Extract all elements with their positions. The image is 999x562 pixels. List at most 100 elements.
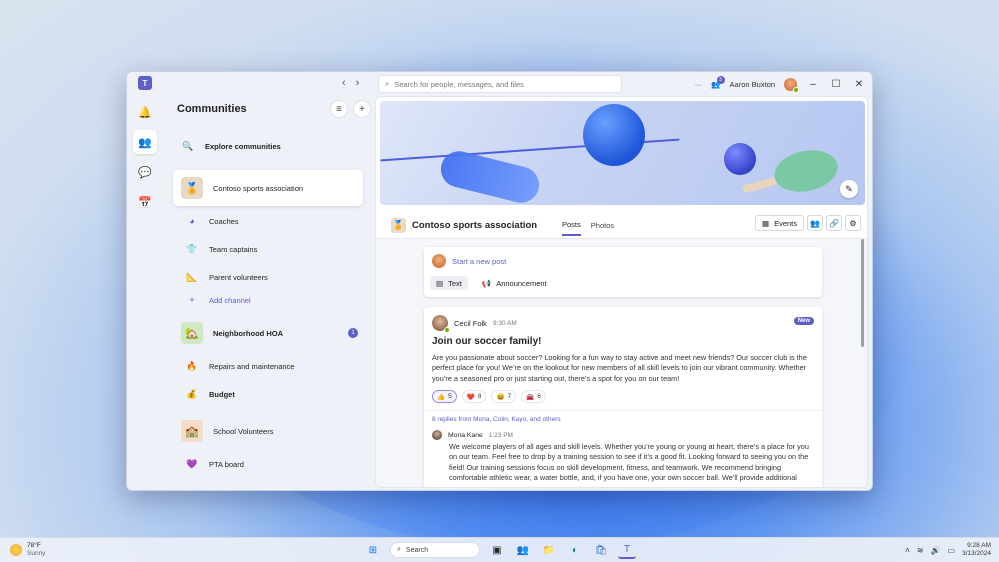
title-bar: ‹ › ⌕ Search for people, messages, and f… [127, 72, 872, 96]
medal-icon: 🏅 [181, 177, 203, 199]
add-community-icon[interactable]: + [353, 100, 371, 118]
people-icon[interactable]: 👥 3 [711, 75, 725, 89]
reaction-like[interactable]: 👍 5 [432, 390, 457, 403]
teams-logo-icon: T [138, 76, 152, 90]
channel-label: Coaches [209, 216, 239, 226]
reaction-heart[interactable]: ❤️ 8 [461, 390, 487, 403]
add-channel-button[interactable]: + Add channel [173, 293, 363, 307]
post-time: 9:30 AM [492, 319, 517, 327]
tab-photos[interactable]: Photos [591, 214, 614, 236]
edit-banner-pencil-icon[interactable]: ✎ [840, 180, 858, 198]
replies-link[interactable]: 8 replies from Mona, Colin, Kayo, and ot… [432, 416, 561, 423]
battery-icon[interactable]: ▭ [948, 546, 956, 555]
channel-budget[interactable]: 💰 Budget [173, 387, 363, 401]
reply-author-avatar[interactable] [432, 430, 442, 440]
reaction-car[interactable]: 🚘 6 [521, 390, 546, 403]
post-author[interactable]: Cecil Folk [454, 319, 487, 328]
text-post-option[interactable]: ▤ Text [430, 276, 468, 290]
communities-pane: Communities ≡ + 🔍 Explore communities 🏅 … [163, 96, 373, 490]
teams-active-icon[interactable]: T [618, 541, 636, 559]
search-input[interactable]: ⌕ Search for people, messages, and files [378, 75, 622, 93]
community-main: ✎ 🏅 Contoso sports association Posts Pho… [375, 96, 868, 488]
user-avatar-small [432, 254, 446, 268]
events-button[interactable]: ▦ Events [754, 215, 804, 231]
pane-tools: ≡ + [330, 100, 371, 118]
posts-feed[interactable]: Start a new post ▤ Text 📢 Announcement C… [376, 239, 867, 487]
channel-coaches[interactable]: ◕ Coaches [173, 214, 363, 228]
notification-count: 3 [716, 75, 725, 84]
pie-icon: ◕ [189, 216, 195, 226]
task-view-icon[interactable]: ▣ [488, 541, 506, 559]
maximize-icon[interactable]: ☐ [829, 79, 843, 90]
clock[interactable]: 9:28 AM 3/13/2024 [962, 542, 991, 558]
user-avatar[interactable] [784, 77, 799, 93]
chevron-up-icon[interactable]: ˄ [905, 546, 910, 555]
channel-repairs[interactable]: 🔥 Repairs and maintenance [173, 359, 363, 373]
community-title: Contoso sports association [412, 219, 538, 231]
announcement-post-option[interactable]: 📢 Announcement [476, 276, 553, 290]
forward-arrow-icon[interactable]: › [356, 77, 360, 89]
tab-posts[interactable]: Posts [562, 214, 581, 236]
community-name: Contoso sports association [213, 183, 304, 193]
explore-label: Explore communities [205, 141, 281, 151]
announcement-option-label: Announcement [496, 278, 547, 288]
heart-icon: 💜 [186, 458, 198, 469]
feed-scrollbar[interactable] [861, 239, 864, 347]
title-right-controls: ··· 👥 3 Aaron Buxton – ☐ ✕ [695, 75, 866, 93]
store-icon[interactable]: 🛍 [592, 541, 610, 559]
back-arrow-icon[interactable]: ‹ [342, 77, 346, 89]
minimize-icon[interactable]: – [806, 79, 820, 90]
taskbar: 78°F Sunny ⊞ ⌕ Search ▣ 👥 📁 ◐ 🛍 T ˄ ≋ 🔊 … [0, 537, 999, 562]
teams-app-icon[interactable]: 👥 [514, 541, 532, 559]
communities-rail-icon[interactable]: 👥 [133, 130, 157, 154]
activity-bell-icon[interactable]: 🔔 [133, 100, 157, 124]
chat-rail-icon[interactable]: 💬 [133, 160, 157, 184]
more-options-icon[interactable]: ··· [695, 80, 703, 89]
search-icon: ⌕ [385, 79, 390, 88]
link-icon[interactable]: 🔗 [826, 215, 842, 231]
new-post-composer[interactable]: Start a new post ▤ Text 📢 Announcement [424, 247, 822, 297]
reaction-count: 7 [507, 393, 512, 400]
plus-icon: + [189, 295, 195, 305]
house-icon: 🏡 [181, 322, 203, 344]
taskbar-search[interactable]: ⌕ Search [390, 542, 480, 558]
post-body: Are you passionate about soccer? Looking… [432, 353, 807, 383]
file-explorer-icon[interactable]: 📁 [540, 541, 558, 559]
calendar-rail-icon[interactable]: 📅 [133, 190, 157, 214]
filter-icon[interactable]: ≡ [330, 100, 348, 118]
close-icon[interactable]: ✕ [852, 79, 866, 90]
channel-parent-volunteers[interactable]: 📐 Parent volunteers [173, 270, 363, 284]
clock-time: 9:28 AM [967, 542, 991, 549]
start-post-row[interactable]: Start a new post [432, 254, 506, 268]
channel-label: Repairs and maintenance [209, 361, 295, 371]
community-school-volunteers[interactable]: 🏫 School Volunteers [173, 413, 363, 449]
members-icon[interactable]: 👥 [807, 215, 823, 231]
channel-team-captains[interactable]: 👕 Team captains [173, 242, 363, 256]
heart-icon: ❤️ [466, 393, 475, 401]
channel-pta-board[interactable]: 💜 PTA board [173, 457, 363, 471]
text-doc-icon: ▤ [436, 278, 444, 288]
presence-available-icon [444, 327, 450, 333]
thumbs-up-icon: 👍 [437, 393, 446, 401]
author-avatar[interactable] [432, 315, 450, 333]
volume-icon[interactable]: 🔊 [931, 546, 941, 555]
start-windows-icon[interactable]: ⊞ [364, 541, 382, 559]
edge-browser-icon[interactable]: ◐ [566, 541, 584, 559]
user-name: Aaron Buxton [729, 79, 775, 89]
settings-gear-icon[interactable]: ⚙ [845, 215, 861, 231]
community-contoso[interactable]: 🏅 Contoso sports association [173, 170, 363, 206]
reaction-count: 8 [477, 393, 482, 400]
system-tray: ˄ ≋ 🔊 ▭ 9:28 AM 3/13/2024 [905, 542, 991, 558]
temperature: 78°F [27, 542, 41, 549]
reaction-laugh[interactable]: 😆 7 [491, 390, 517, 403]
new-badge: New [793, 317, 814, 325]
channel-label: Parent volunteers [209, 272, 268, 282]
ruler-icon: 📐 [186, 271, 198, 282]
reply-author[interactable]: Mona Kane [448, 432, 483, 439]
weather-widget[interactable]: 78°F Sunny [10, 542, 45, 558]
explore-communities-item[interactable]: 🔍 Explore communities [173, 139, 363, 153]
events-label: Events [774, 218, 797, 228]
medal-icon: 🏅 [391, 217, 406, 233]
community-neighborhood-hoa[interactable]: 🏡 Neighborhood HOA 1 [173, 315, 363, 351]
wifi-icon[interactable]: ≋ [917, 546, 924, 555]
